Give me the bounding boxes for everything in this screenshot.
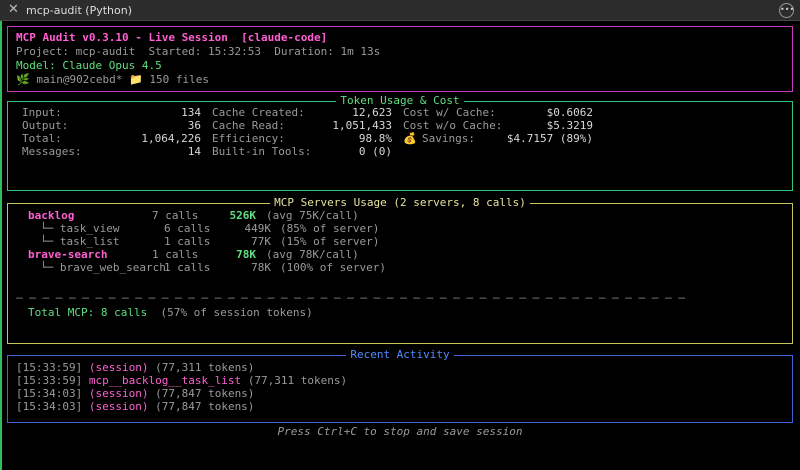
mcp-total: Total MCP: 8 calls (57% of session token… xyxy=(28,306,313,319)
cache-value: 98.8% xyxy=(358,132,392,145)
token-label: Input: xyxy=(22,106,62,119)
mcp-note: (100% of server) xyxy=(280,261,386,274)
file-count: 150 files xyxy=(149,73,209,86)
token-label: Output: xyxy=(22,119,69,132)
terminal-content[interactable]: MCP Audit v0.3.10 - Live Session [claude… xyxy=(0,21,800,470)
mcp-note: (avg 78K/call) xyxy=(266,248,359,261)
mcp-total-label: Total MCP: 8 calls xyxy=(28,306,148,319)
cost-label: Cost w/ Cache: xyxy=(403,106,496,119)
more-options-icon[interactable]: ••• xyxy=(779,3,794,18)
activity-time: [15:33:59] xyxy=(16,361,83,374)
mcp-tokens: 449K xyxy=(244,222,272,235)
token-label: Total: xyxy=(22,132,62,145)
terminal-window: ✕ mcp-audit (Python) ••• MCP Audit v0.3.… xyxy=(0,0,800,470)
activity-name: (session) xyxy=(88,387,149,400)
mcp-servers-panel: MCP Servers Usage (2 servers, 8 calls) b… xyxy=(7,196,793,344)
mcp-server-name: brave-search xyxy=(28,248,108,261)
git-branch-icon: 🌿 xyxy=(16,73,30,86)
mcp-calls: 7 calls xyxy=(152,209,199,222)
token-usage-panel: Token Usage & Cost Input: 134 Output: 36 Tot… xyxy=(7,94,793,191)
activity-name: mcp__backlog__task_list xyxy=(88,374,242,387)
session-title-line: MCP Audit v0.3.10 - Live Session [claude… xyxy=(16,31,327,44)
title-bar: ✕ mcp-audit (Python) ••• xyxy=(0,0,800,21)
recent-activity-panel: Recent Activity [15:33:59] (session) (77… xyxy=(7,348,793,423)
recent-activity-title: Recent Activity xyxy=(8,348,792,362)
mcp-calls: 1 calls xyxy=(164,235,211,248)
activity-row: [15:34:03] (session) (77,847 tokens) xyxy=(16,400,254,413)
cost-label: Savings: xyxy=(422,132,475,145)
mcp-tokens: 78K xyxy=(236,248,256,261)
cache-value: 12,623 xyxy=(352,106,392,119)
git-line: 🌿 main@902cebd* 📁 150 files xyxy=(16,73,209,86)
cache-value: 0 (0) xyxy=(358,145,392,158)
activity-name: (session) xyxy=(88,361,149,374)
token-value: 134 xyxy=(181,106,201,119)
activity-row: [15:33:59] (session) (77,311 tokens) xyxy=(16,361,254,374)
cache-label: Built-in Tools: xyxy=(212,145,312,158)
window-title: mcp-audit (Python) xyxy=(26,4,132,17)
mcp-tool-name: └─ task_view xyxy=(40,222,120,235)
mcp-tool-name: └─ task_list xyxy=(40,235,120,248)
mcp-tokens: 526K xyxy=(229,209,257,222)
cache-value: 1,051,433 xyxy=(332,119,392,132)
model-line: Model: Claude Opus 4.5 xyxy=(16,59,162,72)
git-branch: main@902cebd* xyxy=(36,73,123,86)
mcp-total-note: (57% of session tokens) xyxy=(160,306,313,319)
project-line: Project: mcp-audit Started: 15:32:53 Dur… xyxy=(16,45,381,58)
activity-row: [15:33:59] mcp__backlog__task_list (77,3… xyxy=(16,374,347,387)
activity-time: [15:34:03] xyxy=(16,400,83,413)
activity-tokens: (77,847 tokens) xyxy=(155,387,255,400)
folder-icon: 📁 xyxy=(129,73,143,86)
activity-tokens: (77,847 tokens) xyxy=(155,400,255,413)
money-bag-icon: 💰 xyxy=(403,132,417,145)
cache-label: Cache Read: xyxy=(212,119,285,132)
mcp-tool-name: └─ brave_web_search xyxy=(40,261,166,274)
mcp-servers-title: MCP Servers Usage (2 servers, 8 calls) xyxy=(8,196,792,210)
close-icon[interactable]: ✕ xyxy=(8,2,19,17)
session-tag: [claude-code] xyxy=(241,31,328,44)
mcp-calls: 6 calls xyxy=(164,222,211,235)
mcp-note: (15% of server) xyxy=(280,235,380,248)
mcp-tokens: 77K xyxy=(251,235,271,248)
mcp-note: (avg 75K/call) xyxy=(266,209,359,222)
token-label: Messages: xyxy=(22,145,82,158)
activity-tokens: (77,311 tokens) xyxy=(247,374,348,387)
mcp-tokens: 78K xyxy=(251,261,271,274)
activity-time: [15:33:59] xyxy=(16,374,83,387)
session-header-panel: MCP Audit v0.3.10 - Live Session [claude… xyxy=(7,26,793,92)
mcp-calls: 1 calls xyxy=(164,261,211,274)
mcp-calls: 1 calls xyxy=(152,248,199,261)
mcp-separator: ─ ─ ─ ─ ─ ─ ─ ─ ─ ─ ─ ─ ─ ─ ─ ─ ─ ─ ─ ─ … xyxy=(16,292,685,305)
footer-hint: Press Ctrl+C to stop and save session xyxy=(277,425,523,438)
token-value: 1,064,226 xyxy=(141,132,201,145)
cache-label: Efficiency: xyxy=(212,132,285,145)
session-title: MCP Audit v0.3.10 - Live Session xyxy=(16,31,228,44)
token-value: 14 xyxy=(187,145,201,158)
cost-value: $5.3219 xyxy=(546,119,593,132)
mcp-note: (85% of server) xyxy=(280,222,380,235)
cache-label: Cache Created: xyxy=(212,106,305,119)
activity-row: [15:34:03] (session) (77,847 tokens) xyxy=(16,387,254,400)
token-value: 36 xyxy=(187,119,201,132)
activity-time: [15:34:03] xyxy=(16,387,83,400)
activity-tokens: (77,311 tokens) xyxy=(155,361,255,374)
cost-value: $4.7157 (89%) xyxy=(506,132,593,145)
cost-value: $0.6062 xyxy=(546,106,593,119)
mcp-server-name: backlog xyxy=(28,209,75,222)
activity-name: (session) xyxy=(88,400,149,413)
